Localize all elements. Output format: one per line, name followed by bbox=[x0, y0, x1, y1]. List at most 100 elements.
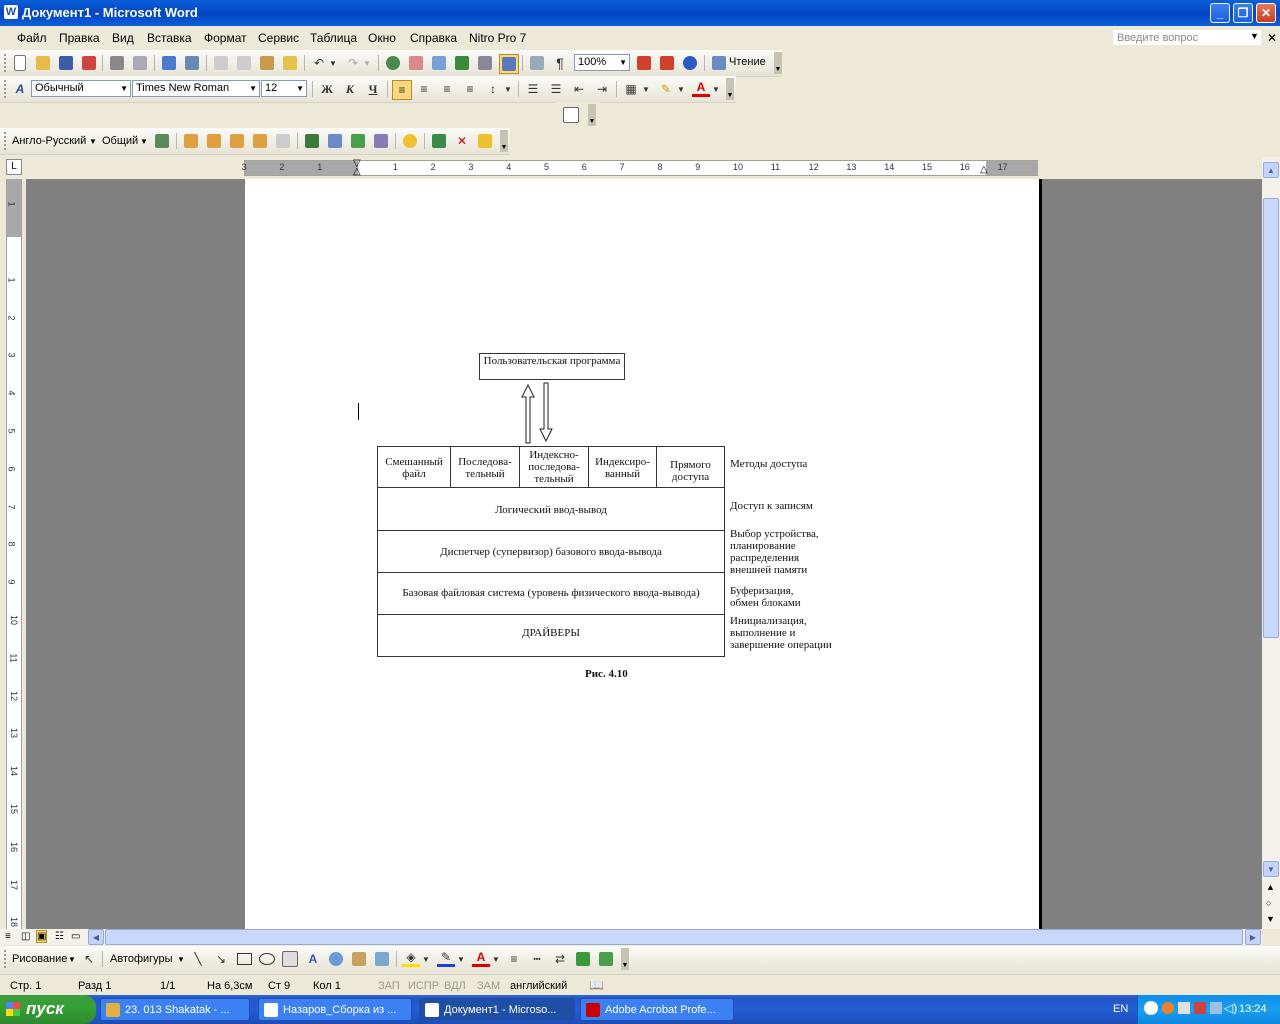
line-icon[interactable]: ╲ bbox=[189, 950, 207, 968]
left-indent-marker[interactable]: △ bbox=[353, 167, 361, 177]
line-style-icon[interactable]: ≡ bbox=[505, 950, 523, 968]
arrow-icon[interactable]: ↘ bbox=[212, 950, 230, 968]
status-language[interactable]: английский bbox=[510, 980, 567, 992]
style-dropdown[interactable]: Обычный ▼ bbox=[31, 80, 131, 97]
show-hide-icon[interactable]: ¶ bbox=[551, 54, 569, 72]
research-icon[interactable] bbox=[183, 54, 201, 72]
chevron-down-icon[interactable]: ▼ bbox=[177, 955, 185, 964]
scroll-down-icon[interactable]: ▼ bbox=[1263, 861, 1279, 877]
numbering-icon[interactable]: ☰ bbox=[524, 80, 542, 98]
help-dropdown-icon[interactable]: ▼ bbox=[1250, 31, 1259, 41]
direction-dropdown[interactable]: Англо-Русский bbox=[12, 135, 86, 147]
align-center-icon[interactable]: ≡ bbox=[415, 80, 433, 98]
tray-expand-icon[interactable] bbox=[1144, 1001, 1158, 1015]
scroll-up-icon[interactable]: ▲ bbox=[1263, 162, 1279, 178]
borders-icon[interactable]: ▦ bbox=[622, 80, 640, 98]
dictionary-dropdown[interactable]: Общий bbox=[102, 135, 138, 147]
minimize-button[interactable]: _ bbox=[1210, 3, 1230, 23]
menu-nitro[interactable]: Nitro Pro 7 bbox=[469, 31, 526, 45]
volume-icon[interactable]: ◁) bbox=[1224, 1001, 1237, 1015]
menu-format[interactable]: Формат bbox=[204, 31, 247, 45]
paste-icon[interactable] bbox=[258, 54, 276, 72]
styles-formatting-icon[interactable]: A bbox=[11, 80, 29, 98]
translate-disabled-icon[interactable] bbox=[274, 132, 292, 150]
underline-button[interactable]: Ч bbox=[364, 80, 382, 98]
borders-dropdown-icon[interactable]: ▼ bbox=[641, 80, 651, 98]
toolbar-grip[interactable] bbox=[4, 80, 9, 98]
status-extend[interactable]: ВДЛ bbox=[444, 980, 466, 992]
fill-color-dropdown-icon[interactable]: ▼ bbox=[421, 950, 431, 968]
menu-edit[interactable]: Правка bbox=[59, 31, 100, 45]
font-color-dropdown-icon[interactable]: ▼ bbox=[491, 950, 501, 968]
horizontal-scrollbar[interactable]: ◀ ▶ bbox=[88, 929, 1262, 945]
wordart-icon[interactable]: A bbox=[304, 950, 322, 968]
reading-layout-icon[interactable]: ▭ bbox=[71, 931, 80, 942]
toolbar-grip[interactable] bbox=[4, 950, 9, 968]
next-page-icon[interactable]: ▼ bbox=[1266, 914, 1275, 924]
toolbar-options-icon[interactable]: ▼ bbox=[500, 130, 508, 152]
start-button[interactable]: пуск bbox=[0, 995, 96, 1024]
autoshapes-menu-button[interactable]: Автофигуры bbox=[110, 953, 173, 965]
open-folder-icon[interactable] bbox=[34, 54, 52, 72]
font-color-icon[interactable]: A bbox=[692, 80, 710, 97]
font-size-dropdown[interactable]: 12 ▼ bbox=[261, 80, 307, 97]
scroll-thumb[interactable] bbox=[1263, 198, 1279, 638]
shadow-style-icon[interactable] bbox=[574, 950, 592, 968]
chevron-down-icon[interactable]: ▼ bbox=[68, 955, 76, 964]
italic-button[interactable]: К bbox=[341, 80, 359, 98]
fill-color-icon[interactable]: ◈ bbox=[402, 950, 420, 967]
select-browse-object-icon[interactable]: ○ bbox=[1266, 898, 1271, 908]
drawing-icon[interactable] bbox=[499, 54, 519, 74]
outline-view-icon[interactable]: ☷ bbox=[55, 931, 64, 942]
copy-icon[interactable] bbox=[235, 54, 253, 72]
new-document-icon[interactable] bbox=[11, 54, 29, 72]
maximize-button[interactable]: ❐ bbox=[1233, 3, 1253, 23]
select-objects-icon[interactable]: ↖ bbox=[80, 950, 98, 968]
toolbar-options-icon[interactable]: ▼ bbox=[588, 104, 596, 126]
justify-icon[interactable]: ≡ bbox=[461, 80, 479, 98]
menu-window[interactable]: Окно bbox=[368, 31, 396, 45]
save-icon[interactable] bbox=[57, 54, 75, 72]
arrow-style-icon[interactable]: ⇄ bbox=[551, 950, 569, 968]
print-layout-icon[interactable]: ▣ bbox=[36, 930, 48, 943]
menu-insert[interactable]: Вставка bbox=[147, 31, 192, 45]
font-color-dropdown-icon[interactable]: ▼ bbox=[711, 80, 721, 98]
dash-style-icon[interactable]: ┅ bbox=[528, 950, 546, 968]
translate-sentence-icon[interactable] bbox=[205, 132, 223, 150]
translate-icon[interactable] bbox=[153, 132, 171, 150]
reading-mode-button[interactable]: Чтение bbox=[729, 56, 766, 68]
hyperlink-icon[interactable] bbox=[384, 54, 402, 72]
translate-document-icon[interactable] bbox=[251, 132, 269, 150]
bold-button[interactable]: Ж bbox=[318, 80, 336, 98]
line-color-dropdown-icon[interactable]: ▼ bbox=[456, 950, 466, 968]
line-color-icon[interactable]: ✎ bbox=[437, 950, 455, 967]
rectangle-icon[interactable] bbox=[235, 950, 253, 968]
cut-icon[interactable] bbox=[212, 54, 230, 72]
tables-borders-icon[interactable] bbox=[407, 54, 425, 72]
books-icon[interactable] bbox=[430, 132, 448, 150]
vertical-scrollbar[interactable]: ▲ ▼ ▲ ○ ▼ bbox=[1262, 157, 1280, 929]
normal-view-icon[interactable]: ≡ bbox=[5, 931, 11, 942]
vertical-ruler[interactable]: 1 1 2 3 4 5 6 7 8 9 10 11 12 13 14 15 16 17 18 bbox=[6, 179, 22, 929]
insert-table-icon[interactable] bbox=[430, 54, 448, 72]
redo-dropdown-icon[interactable]: ▼ bbox=[362, 54, 372, 72]
translate-paragraph-icon[interactable] bbox=[228, 132, 246, 150]
toolbar-options-icon[interactable]: ▼ bbox=[621, 948, 629, 970]
menu-help[interactable]: Справка bbox=[410, 31, 457, 45]
3d-style-icon[interactable] bbox=[597, 950, 615, 968]
device-icon[interactable] bbox=[1178, 1002, 1190, 1014]
help-translate-icon[interactable] bbox=[476, 132, 494, 150]
tab-selector[interactable]: L bbox=[6, 159, 22, 175]
flag-icon[interactable] bbox=[1194, 1002, 1206, 1014]
chevron-down-icon[interactable]: ▼ bbox=[89, 137, 97, 146]
line-spacing-icon[interactable]: ↕ bbox=[484, 80, 502, 98]
tips-icon[interactable] bbox=[401, 132, 419, 150]
oval-icon[interactable] bbox=[258, 950, 276, 968]
check-icon[interactable] bbox=[349, 132, 367, 150]
font-dropdown[interactable]: Times New Roman ▼ bbox=[132, 80, 260, 97]
task-acrobat[interactable]: Adobe Acrobat Profe... bbox=[580, 998, 734, 1021]
format-painter-icon[interactable] bbox=[281, 54, 299, 72]
lookup-icon[interactable] bbox=[326, 132, 344, 150]
translate-word-icon[interactable] bbox=[182, 132, 200, 150]
chevron-down-icon[interactable]: ▼ bbox=[140, 137, 148, 146]
